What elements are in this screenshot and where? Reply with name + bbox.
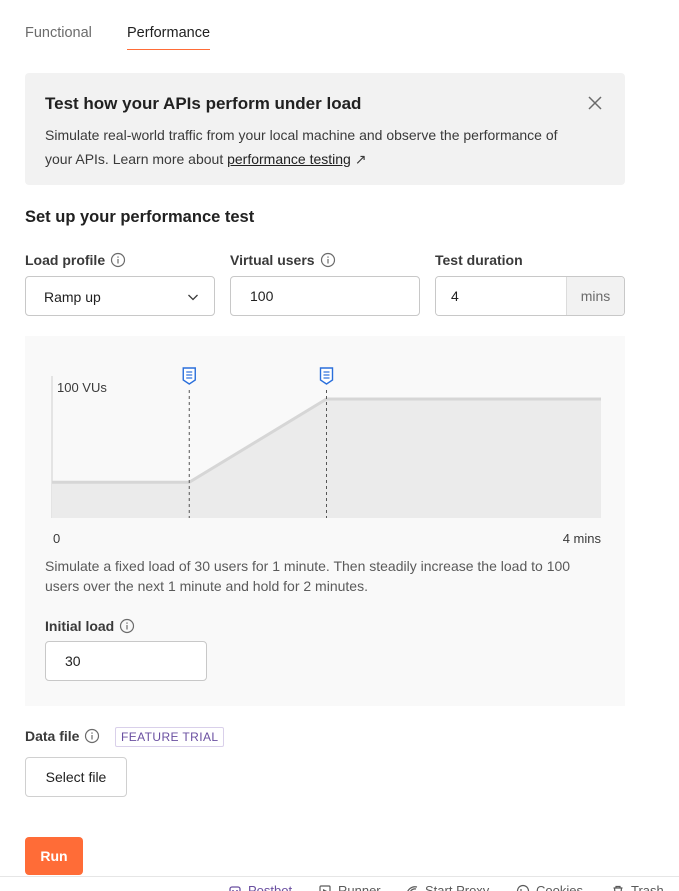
- info-icon[interactable]: [320, 252, 336, 268]
- proxy-icon: [407, 885, 418, 891]
- note-marker-icon[interactable]: [319, 367, 334, 385]
- tab-performance[interactable]: Performance: [127, 22, 211, 50]
- select-file-button[interactable]: Select file: [25, 757, 127, 797]
- statusbar-trash-label: Trash: [631, 883, 664, 891]
- note-marker-icon[interactable]: [182, 367, 196, 385]
- data-file-label-text: Data file: [25, 728, 80, 744]
- load-profile-description: Simulate a fixed load of 30 users for 1 …: [45, 558, 571, 594]
- test-duration-field: mins: [435, 276, 625, 316]
- setup-title: Set up your performance test: [25, 208, 255, 226]
- cookie-icon: [516, 884, 530, 891]
- tab-functional[interactable]: Functional: [25, 22, 92, 49]
- duration-unit: mins: [566, 277, 624, 315]
- test-duration-label-text: Test duration: [435, 252, 523, 268]
- chart-x-end-label: 4 mins: [562, 531, 601, 546]
- statusbar-postbot[interactable]: Postbot: [228, 883, 292, 891]
- load-profile-value: Ramp up: [44, 289, 101, 305]
- banner-text: Simulate real-world traffic from your lo…: [45, 123, 565, 171]
- test-duration-input[interactable]: [436, 277, 566, 315]
- info-icon[interactable]: [84, 728, 100, 744]
- performance-testing-link[interactable]: performance testing: [227, 151, 351, 167]
- test-duration-label: Test duration: [435, 252, 523, 268]
- initial-load-label: Initial load: [45, 618, 135, 634]
- postbot-icon: [229, 885, 241, 891]
- statusbar-runner[interactable]: Runner: [318, 883, 381, 891]
- trash-icon: [613, 885, 623, 891]
- feature-trial-badge: FEATURE TRIAL: [115, 727, 225, 747]
- virtual-users-label-text: Virtual users: [230, 252, 315, 268]
- statusbar-runner-label: Runner: [338, 883, 381, 891]
- run-button[interactable]: Run: [25, 837, 83, 875]
- statusbar-cookies[interactable]: Cookies: [516, 883, 583, 891]
- virtual-users-input[interactable]: [230, 276, 420, 316]
- chevron-down-icon: [186, 290, 200, 304]
- info-icon[interactable]: [110, 252, 126, 268]
- performance-info-banner: Test how your APIs perform under load Si…: [25, 73, 625, 185]
- external-link-icon: ↗: [354, 151, 367, 167]
- load-profile-label: Load profile: [25, 252, 126, 268]
- test-type-tabs: Functional Performance: [25, 22, 625, 54]
- statusbar-postbot-label: Postbot: [248, 883, 293, 891]
- status-bar: Postbot Runner Start Proxy Cookies Trash: [0, 876, 679, 891]
- load-chart: [51, 367, 601, 518]
- statusbar-cookies-label: Cookies: [536, 883, 583, 891]
- data-file-label: Data file: [25, 728, 100, 744]
- load-profile-preview: 100 VUs 0 4 mins Simulate a fixed load o…: [25, 336, 625, 706]
- statusbar-proxy-label: Start Proxy: [425, 883, 490, 891]
- initial-load-label-text: Initial load: [45, 618, 115, 634]
- statusbar-trash[interactable]: Trash: [611, 883, 664, 891]
- close-icon[interactable]: [583, 91, 607, 115]
- load-profile-select[interactable]: Ramp up: [25, 276, 215, 316]
- chart-x-start-label: 0: [53, 531, 61, 546]
- chart-y-label: 100 VUs: [57, 380, 107, 395]
- initial-load-input[interactable]: [45, 641, 207, 681]
- statusbar-proxy[interactable]: Start Proxy: [405, 883, 489, 891]
- virtual-users-label: Virtual users: [230, 252, 336, 268]
- runner-icon: [319, 884, 331, 891]
- load-profile-label-text: Load profile: [25, 252, 106, 268]
- info-icon[interactable]: [119, 618, 135, 634]
- banner-title: Test how your APIs perform under load: [45, 94, 362, 113]
